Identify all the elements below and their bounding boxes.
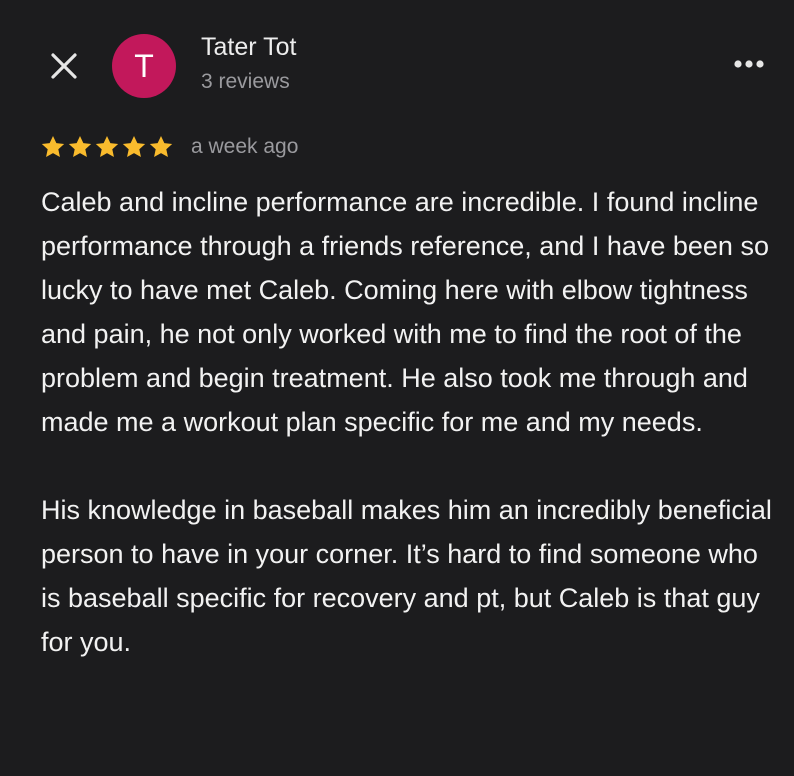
star-icon: [149, 135, 173, 157]
review-text: Caleb and incline performance are incred…: [41, 180, 781, 664]
star-icon: [122, 135, 146, 157]
close-button[interactable]: [46, 48, 82, 84]
review-timestamp: a week ago: [191, 135, 299, 158]
avatar[interactable]: T: [112, 34, 176, 98]
review-paragraph: His knowledge in baseball makes him an i…: [41, 495, 772, 657]
more-options-icon: [734, 60, 764, 68]
star-icon: [95, 135, 119, 157]
review-detail-screen: { "header": { "close_icon": "close-icon"…: [0, 0, 794, 776]
review-count: 3 reviews: [201, 70, 290, 93]
star-icon: [41, 135, 65, 157]
avatar-letter: T: [134, 47, 154, 84]
star-icon: [68, 135, 92, 157]
star-rating: [40, 134, 175, 160]
close-icon: [51, 53, 77, 79]
more-options-button[interactable]: [730, 54, 770, 74]
review-paragraph: Caleb and incline performance are incred…: [41, 187, 769, 437]
rating-row: a week ago: [40, 132, 298, 162]
reviewer-name[interactable]: Tater Tot: [201, 33, 296, 62]
